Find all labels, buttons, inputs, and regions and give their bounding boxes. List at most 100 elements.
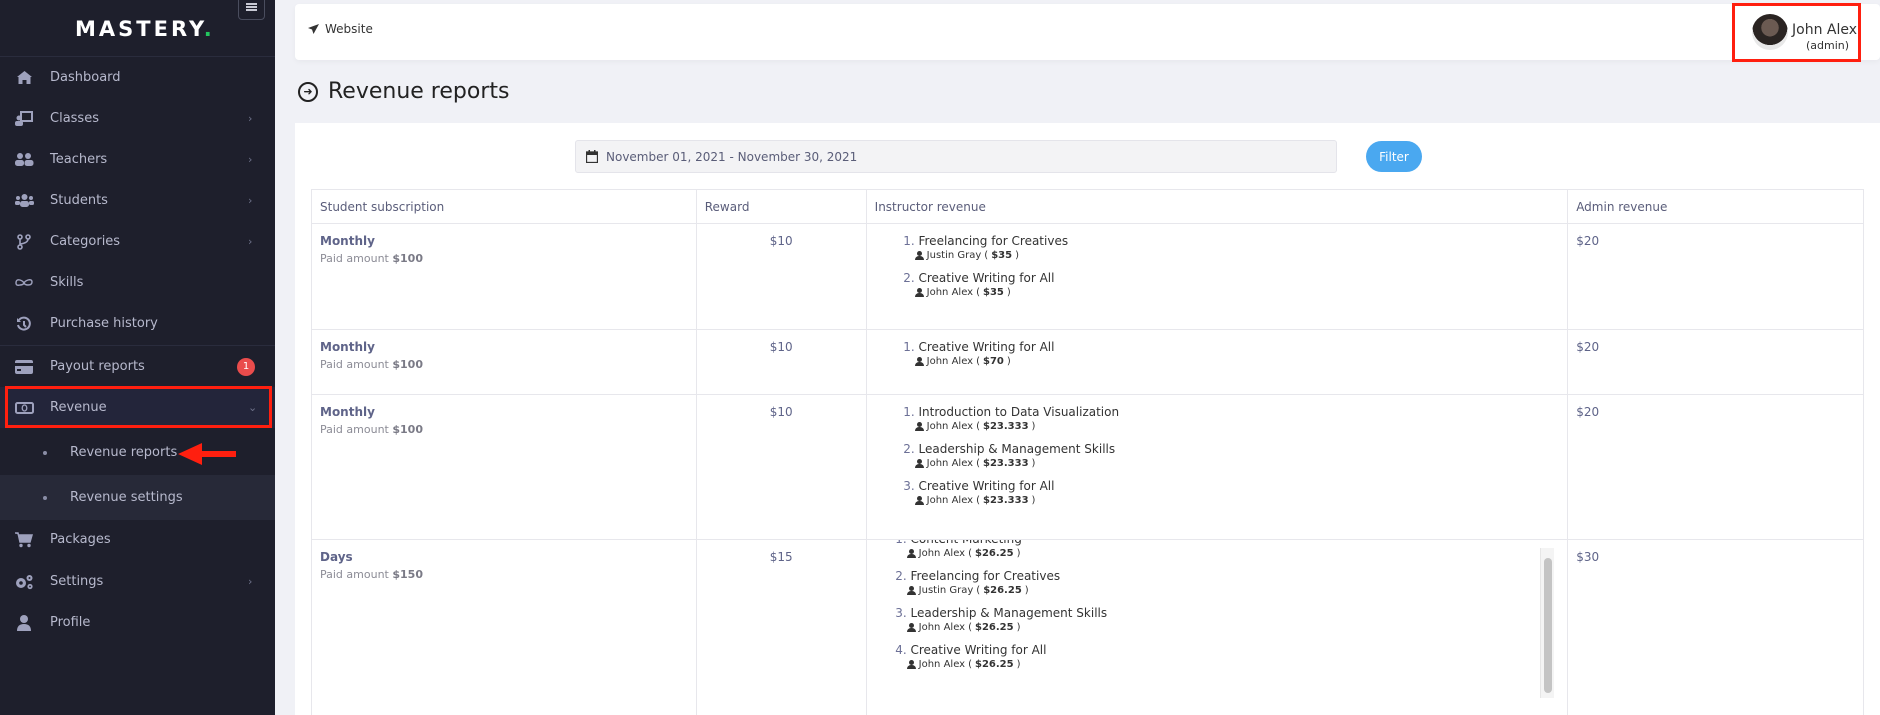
- course-title: Freelancing for Creatives: [918, 234, 1069, 248]
- course-title: Creative Writing for All: [918, 340, 1055, 354]
- subscription-cell: Monthly Paid amount $100: [311, 223, 697, 330]
- paper-plane-icon: [308, 24, 319, 34]
- history-icon: [14, 315, 34, 333]
- course-instructor: John Alex ($23.333): [914, 458, 1560, 469]
- course-instructor: John Alex ($26.25): [906, 659, 1568, 670]
- admin-revenue-cell: $20: [1567, 394, 1864, 540]
- user-icon: [914, 288, 924, 297]
- topbar: Website John Alex (admin): [295, 4, 1880, 60]
- course-instructor: John Alex ($23.333): [914, 421, 1560, 432]
- website-link[interactable]: Website: [308, 22, 373, 36]
- user-name: John Alex: [1792, 22, 1858, 38]
- chevron-right-icon: ›: [248, 235, 253, 248]
- user-icon: [906, 623, 916, 632]
- sidebar-item-profile[interactable]: Profile: [0, 602, 275, 643]
- filter-button[interactable]: Filter: [1366, 141, 1422, 172]
- user-icon: [14, 614, 34, 632]
- user-icon: [914, 357, 924, 366]
- logo[interactable]: MASTERY.: [75, 17, 215, 41]
- course-title: Creative Writing for All: [918, 271, 1055, 285]
- table-row: Monthly Paid amount $100 $10 1. Freelanc…: [311, 223, 1864, 330]
- sidebar-item-purchase-history[interactable]: Purchase history: [0, 303, 275, 344]
- infinity-icon: [14, 274, 34, 292]
- course-item: 2. Creative Writing for All John Alex ($…: [903, 271, 1560, 298]
- table-row: Days Paid amount $150 $15 1. Content Mar…: [311, 539, 1864, 715]
- course-title: Leadership & Management Skills: [910, 606, 1108, 620]
- plan-name: Monthly: [320, 405, 375, 419]
- sidebar-item-payout-reports[interactable]: Payout reports 1: [0, 346, 275, 387]
- user-icon: [914, 251, 924, 260]
- user-menu[interactable]: John Alex (admin): [1734, 3, 1861, 63]
- header-reward: Reward: [695, 189, 867, 224]
- report-card: November 01, 2021 - November 30, 2021 Fi…: [295, 123, 1880, 715]
- user-icon: [906, 660, 916, 669]
- user-group-icon: [14, 192, 34, 210]
- header-admin-revenue: Admin revenue: [1567, 189, 1864, 224]
- reward-cell: $15: [695, 539, 867, 715]
- paid-amount: Paid amount $100: [320, 252, 423, 265]
- instructor-revenue-cell: 1. Introduction to Data Visualization Jo…: [865, 394, 1569, 540]
- paid-amount: Paid amount $100: [320, 358, 423, 371]
- scrollbar-thumb[interactable]: [1544, 558, 1553, 693]
- sidebar-item-dashboard[interactable]: Dashboard: [0, 57, 275, 98]
- home-icon: [14, 69, 34, 87]
- course-title: Introduction to Data Visualization: [918, 405, 1120, 419]
- header-student-subscription: Student subscription: [311, 189, 697, 224]
- user-icon: [906, 549, 916, 558]
- user-icon: [914, 422, 924, 431]
- scrollbar[interactable]: [1540, 548, 1555, 698]
- calendar-icon: [586, 150, 598, 163]
- table-row: Monthly Paid amount $100 $10 1. Introduc…: [311, 394, 1864, 540]
- code-branch-icon: [14, 233, 34, 251]
- plan-name: Monthly: [320, 340, 375, 354]
- table-row: Monthly Paid amount $100 $10 1. Creative…: [311, 329, 1864, 395]
- sidebar-item-students[interactable]: Students ›: [0, 180, 275, 221]
- sidebar-item-teachers[interactable]: Teachers ›: [0, 139, 275, 180]
- brand: MASTERY.: [0, 0, 275, 57]
- sidebar-item-revenue[interactable]: Revenue ⌄: [0, 387, 275, 428]
- course-instructor: John Alex ($35): [914, 287, 1560, 298]
- revenue-table: Student subscription Reward Instructor r…: [311, 189, 1864, 715]
- user-icon: [906, 586, 916, 595]
- course-instructor: John Alex ($26.25): [906, 548, 1568, 559]
- instructor-revenue-cell: 1. Freelancing for Creatives Justin Gray…: [865, 223, 1569, 330]
- user-icon: [914, 496, 924, 505]
- course-item: 1. Introduction to Data Visualization Jo…: [903, 405, 1560, 432]
- sidebar: MASTERY. Dashboard Classes › Teachers › …: [0, 0, 275, 715]
- course-instructor: John Alex ($23.333): [914, 495, 1560, 506]
- sidebar-item-settings[interactable]: Settings ›: [0, 561, 275, 602]
- sidebar-item-packages[interactable]: Packages: [0, 519, 275, 560]
- course-item: 2. Freelancing for Creatives Justin Gray…: [895, 569, 1568, 596]
- paid-amount: Paid amount $100: [320, 423, 423, 436]
- avatar: [1752, 14, 1788, 50]
- bullet-icon: [43, 495, 47, 500]
- course-item: 4. Creative Writing for All John Alex ($…: [895, 643, 1568, 670]
- sidebar-item-skills[interactable]: Skills: [0, 262, 275, 303]
- arrow-circle-right-icon: ➜: [298, 81, 318, 102]
- sidebar-subitem-revenue-settings[interactable]: Revenue settings: [0, 475, 275, 520]
- course-title: Creative Writing for All: [910, 643, 1047, 657]
- sidebar-item-classes[interactable]: Classes ›: [0, 98, 275, 139]
- plan-name: Days: [320, 550, 353, 564]
- sidebar-item-categories[interactable]: Categories ›: [0, 221, 275, 262]
- course-instructor: John Alex ($70): [914, 356, 1560, 367]
- user-icon: [914, 459, 924, 468]
- credit-card-icon: [14, 358, 34, 376]
- course-title: Creative Writing for All: [918, 479, 1055, 493]
- sidebar-toggle-button[interactable]: [238, 0, 265, 20]
- reward-cell: $10: [695, 394, 867, 540]
- plan-name: Monthly: [320, 234, 375, 248]
- course-title: Content Marketing: [910, 540, 1021, 546]
- hamburger-icon: [246, 3, 257, 11]
- chevron-right-icon: ›: [248, 112, 253, 125]
- date-range-input[interactable]: November 01, 2021 - November 30, 2021: [575, 140, 1337, 173]
- chalkboard-teacher-icon: [14, 110, 34, 128]
- cogs-icon: [14, 573, 34, 591]
- users-icon: [14, 151, 34, 169]
- reward-cell: $10: [695, 329, 867, 395]
- chevron-down-icon: ⌄: [248, 401, 258, 414]
- bullet-icon: [43, 450, 47, 455]
- instructor-revenue-scroll-area[interactable]: 1. Content Marketing John Alex ($26.25) …: [867, 540, 1568, 710]
- chevron-right-icon: ›: [248, 194, 253, 207]
- subscription-cell: Monthly Paid amount $100: [311, 329, 697, 395]
